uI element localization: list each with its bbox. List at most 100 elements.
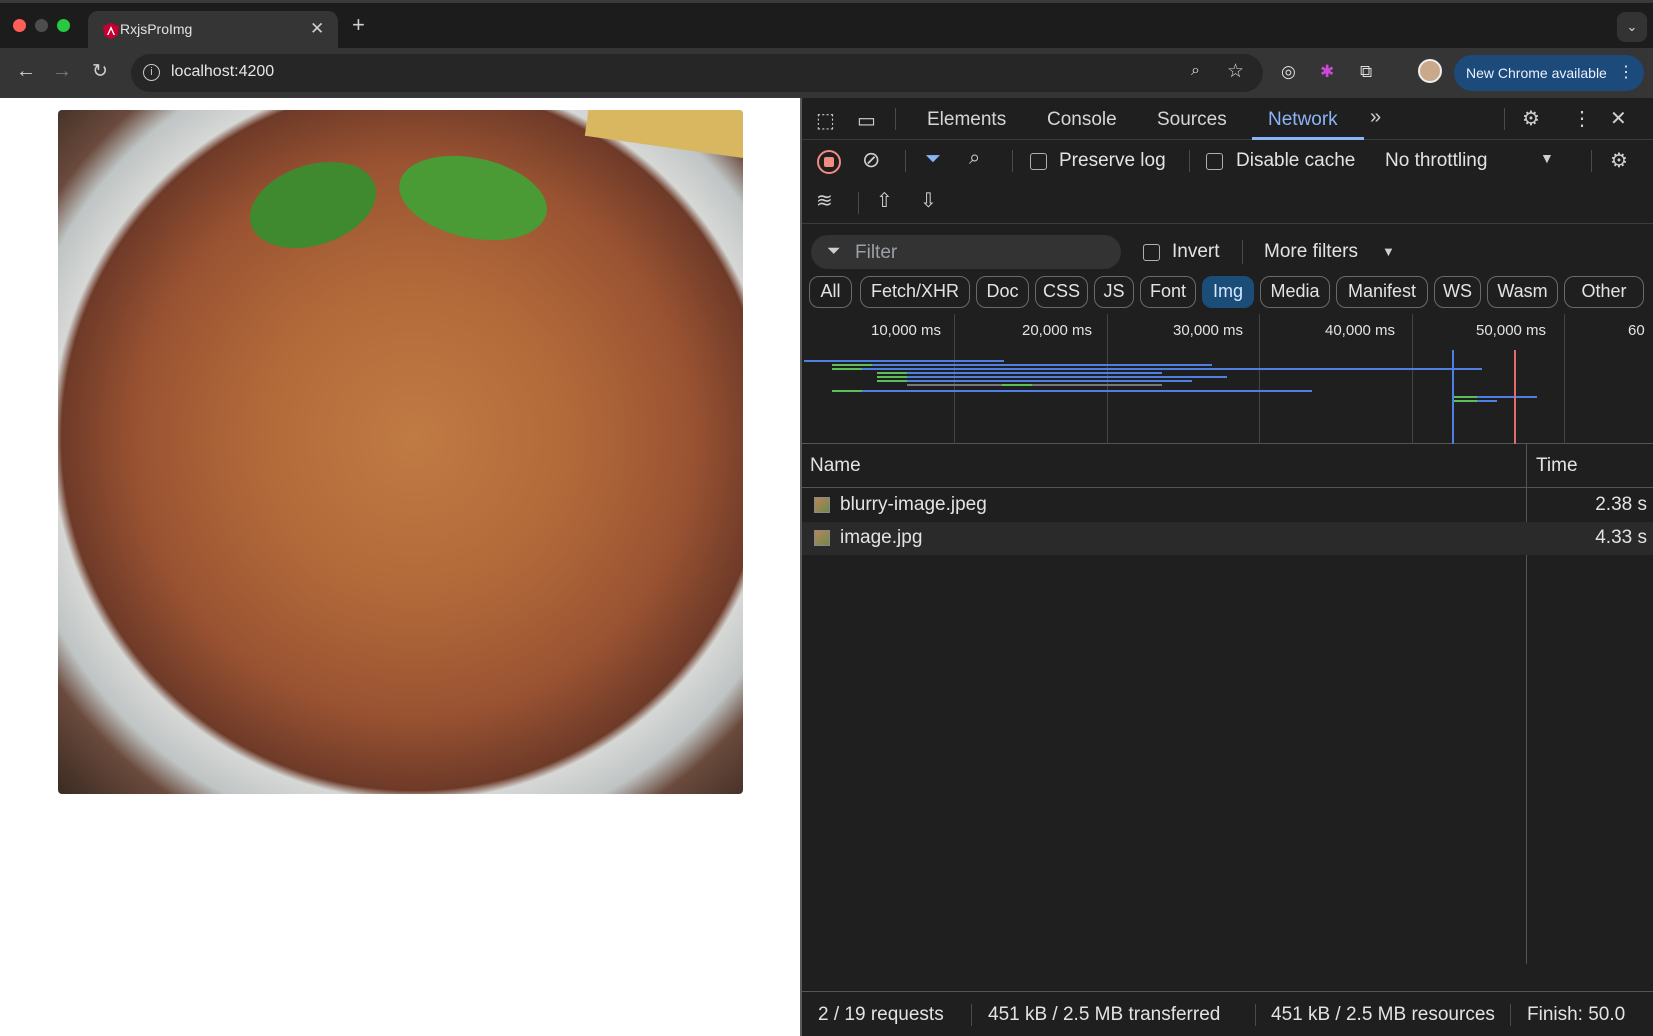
dom-content-loaded-marker [1452, 350, 1454, 444]
extension-target-icon[interactable]: ◎ [1281, 62, 1296, 82]
close-tab-icon[interactable]: ✕ [310, 19, 324, 39]
forward-icon[interactable]: → [52, 60, 72, 83]
tab-sources[interactable]: Sources [1157, 109, 1227, 131]
timeline-bar [804, 360, 1004, 362]
inspect-element-icon[interactable]: ⬚ [816, 108, 835, 133]
table-row[interactable]: image.jpg 4.33 s [802, 522, 1653, 555]
preserve-log-checkbox[interactable] [1030, 153, 1047, 170]
maximize-window-button[interactable] [57, 19, 70, 32]
disable-cache-label: Disable cache [1236, 150, 1356, 171]
browser-toolbar: ← → ↻ i localhost:4200 ⌕ ☆ ◎ ✱ ⧉ New Chr… [0, 48, 1653, 98]
export-har-icon[interactable]: ⇩ [920, 188, 937, 213]
chip-all[interactable]: All [809, 276, 852, 308]
network-overview-timeline[interactable]: 10,000 ms 20,000 ms 30,000 ms 40,000 ms … [802, 314, 1653, 444]
timeline-bar [877, 376, 907, 378]
filter-funnel-icon[interactable]: ⏷ [925, 148, 941, 171]
chip-js[interactable]: JS [1094, 276, 1134, 308]
chip-other[interactable]: Other [1564, 276, 1644, 308]
site-info-icon[interactable]: i [143, 64, 160, 81]
chevron-down-icon[interactable]: ▼ [1382, 244, 1395, 259]
grid-line [954, 314, 955, 444]
chip-css[interactable]: CSS [1035, 276, 1088, 308]
chip-font[interactable]: Font [1140, 276, 1196, 308]
chip-manifest[interactable]: Manifest [1336, 276, 1428, 308]
finish-time: Finish: 50.0 [1527, 1004, 1626, 1025]
request-time: 2.38 s [1595, 494, 1647, 515]
web-page [0, 98, 800, 1036]
new-chrome-available-button[interactable]: New Chrome available ⋮ [1454, 55, 1644, 91]
address-bar[interactable]: i localhost:4200 ⌕ ☆ [131, 54, 1263, 92]
tab-network[interactable]: Network [1268, 109, 1338, 131]
customize-menu-icon[interactable]: ⋮ [1572, 106, 1592, 131]
transferred-size: 451 kB / 2.5 MB transferred [988, 1004, 1221, 1025]
grid-line [1564, 314, 1565, 444]
chip-doc[interactable]: Doc [976, 276, 1029, 308]
tab-elements[interactable]: Elements [927, 109, 1006, 131]
timeline-bar [907, 372, 1162, 374]
timeline-tick-label: 30,000 ms [1173, 322, 1244, 339]
timeline-bar [872, 364, 1212, 366]
network-conditions-icon[interactable]: ≋ [816, 188, 833, 213]
request-name: blurry-image.jpeg [840, 494, 987, 515]
chip-img[interactable]: Img [1202, 276, 1254, 308]
back-icon[interactable]: ← [16, 60, 36, 83]
chip-wasm[interactable]: Wasm [1487, 276, 1558, 308]
settings-gear-icon[interactable]: ⚙ [1522, 106, 1540, 131]
timeline-bar [862, 368, 1482, 370]
timeline-bar [877, 372, 907, 374]
column-time-header[interactable]: Time [1536, 455, 1578, 477]
close-window-button[interactable] [13, 19, 26, 32]
network-toolbar-secondary: ≋ ⇧ ⇩ [802, 182, 1653, 224]
timeline-bar [907, 376, 1227, 378]
bookmark-star-icon[interactable]: ☆ [1227, 60, 1244, 83]
timeline-tick-label: 10,000 ms [871, 322, 942, 339]
close-devtools-icon[interactable]: ✕ [1610, 106, 1627, 131]
reload-icon[interactable]: ↻ [92, 60, 108, 83]
grid-line [1259, 314, 1260, 444]
network-toolbar: ⊘ ⏷ ⌕ Preserve log Disable cache No thro… [802, 140, 1653, 182]
chip-fetch-xhr[interactable]: Fetch/XHR [860, 276, 970, 308]
invert-checkbox[interactable] [1143, 244, 1160, 261]
throttling-select[interactable]: No throttling [1385, 150, 1487, 172]
table-row[interactable]: blurry-image.jpeg 2.38 s [802, 489, 1653, 522]
import-har-icon[interactable]: ⇧ [876, 188, 893, 213]
browser-tab[interactable]: RxjsProImg ✕ [88, 11, 338, 51]
clear-icon[interactable]: ⊘ [862, 147, 880, 173]
devtools-tab-bar: ⬚ ▭ Elements Console Sources Network » ⚙… [802, 98, 1653, 140]
minimize-window-button[interactable] [35, 19, 48, 32]
timeline-tick-label: 60 [1628, 322, 1645, 339]
basil-leaf-shape [238, 146, 388, 264]
requests-count: 2 / 19 requests [818, 1004, 944, 1025]
more-filters-button[interactable]: More filters [1264, 241, 1358, 263]
divider [1591, 150, 1592, 172]
record-stop-icon[interactable] [817, 150, 841, 174]
device-toolbar-icon[interactable]: ▭ [857, 108, 876, 133]
zoom-icon[interactable]: ⌕ [1191, 62, 1200, 80]
tab-search-icon[interactable]: ⌄ [1617, 12, 1647, 42]
timeline-bar [1477, 400, 1497, 402]
extensions-puzzle-icon[interactable]: ⧉ [1360, 62, 1372, 82]
chip-media[interactable]: Media [1260, 276, 1330, 308]
extension-angular-icon[interactable]: ✱ [1320, 62, 1334, 82]
resource-type-filters: All Fetch/XHR Doc CSS JS Font Img Media … [809, 276, 1653, 312]
network-settings-icon[interactable]: ⚙ [1610, 148, 1628, 173]
basil-leaf-shape [391, 143, 555, 253]
tab-console[interactable]: Console [1047, 109, 1117, 131]
invert-label: Invert [1172, 241, 1220, 262]
chip-ws[interactable]: WS [1434, 276, 1481, 308]
filter-input[interactable]: ⏷ Filter [811, 235, 1121, 269]
disable-cache-checkbox[interactable] [1206, 153, 1223, 170]
grid-line [1412, 314, 1413, 444]
tab-strip: RxjsProImg ✕ + ⌄ [0, 0, 1653, 51]
chevron-down-icon[interactable]: ▼ [1540, 150, 1554, 166]
more-options-icon[interactable]: ⋮ [1618, 55, 1634, 91]
divider [1510, 1004, 1511, 1026]
search-icon[interactable]: ⌕ [969, 147, 980, 170]
more-tabs-icon[interactable]: » [1370, 106, 1381, 129]
image-file-icon [814, 497, 830, 513]
browser-window: RxjsProImg ✕ + ⌄ ← → ↻ i localhost:4200 … [0, 0, 1653, 1036]
new-tab-icon[interactable]: + [352, 12, 365, 38]
profile-avatar[interactable] [1418, 59, 1442, 83]
column-name-header[interactable]: Name [810, 455, 861, 477]
request-name: image.jpg [840, 527, 923, 548]
